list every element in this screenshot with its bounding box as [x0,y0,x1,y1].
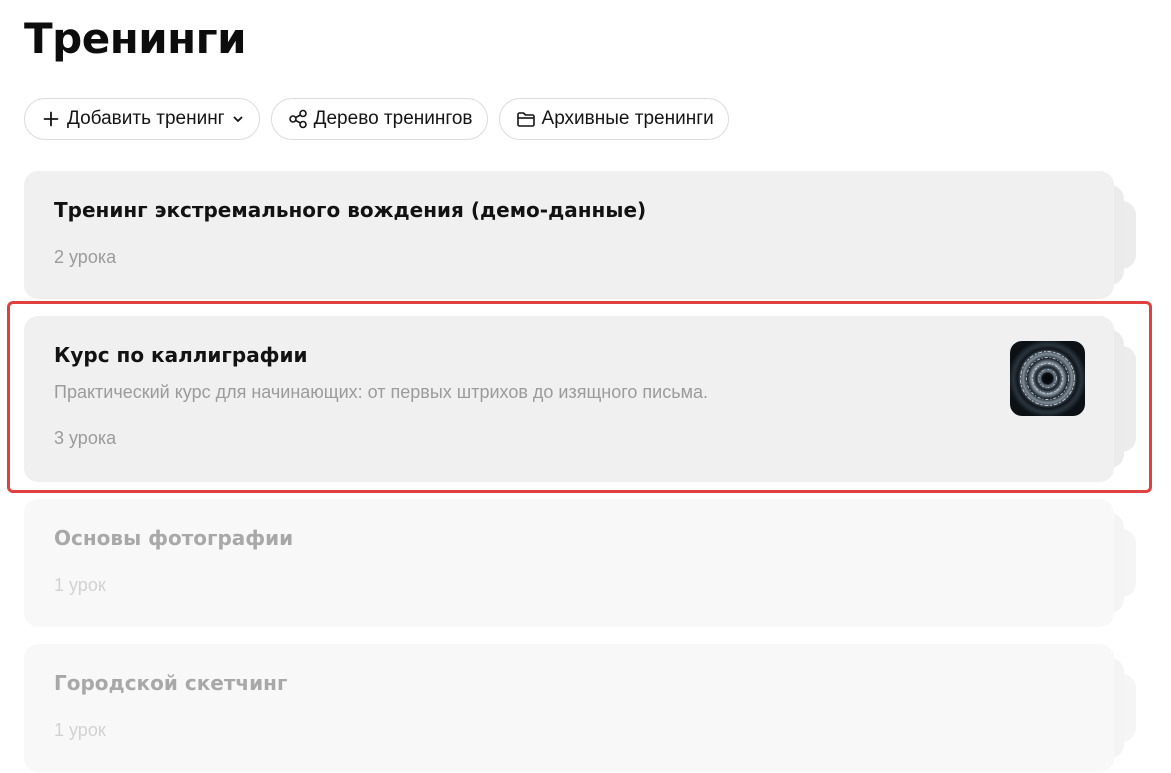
training-card[interactable]: Курс по каллиграфии Практический курс дл… [24,316,1136,482]
lesson-count: 1 урок [54,575,106,595]
toolbar: Добавить тренинг Дерево тренингов Архивн… [24,98,729,140]
trainings-page: Тренинги Добавить тренинг Дерево тренинг… [0,0,1171,773]
training-title: Городской скетчинг [54,671,288,695]
archived-trainings-label: Архивные тренинги [541,108,714,129]
page-title: Тренинги [24,14,247,63]
training-description: Практический курс для начинающих: от пер… [54,382,708,402]
lesson-count: 2 урока [54,247,117,267]
training-title: Тренинг экстремального вождения (демо-да… [54,198,647,222]
folder-icon [516,109,536,129]
training-cover-image [1010,341,1085,416]
training-tree-label: Дерево тренингов [313,108,473,129]
training-card-body[interactable]: Курс по каллиграфии Практический курс дл… [24,316,1114,482]
share-nodes-icon [288,109,308,129]
training-card[interactable]: Городской скетчинг 1 урок [24,644,1136,772]
training-card-body[interactable]: Основы фотографии 1 урок [24,499,1114,627]
lesson-count: 3 урока [54,428,117,448]
add-training-button[interactable]: Добавить тренинг [24,98,260,140]
training-title: Курс по каллиграфии [54,343,308,367]
training-card-body[interactable]: Городской скетчинг 1 урок [24,644,1114,772]
training-tree-button[interactable]: Дерево тренингов [270,98,488,140]
archived-trainings-button[interactable]: Архивные тренинги [498,98,729,140]
plus-icon [41,109,61,129]
training-card-body[interactable]: Тренинг экстремального вождения (демо-да… [24,171,1114,299]
lesson-count: 1 урок [54,720,106,740]
training-title: Основы фотографии [54,526,294,550]
chevron-down-icon [231,112,245,126]
training-card[interactable]: Тренинг экстремального вождения (демо-да… [24,171,1136,299]
training-card[interactable]: Основы фотографии 1 урок [24,499,1136,627]
add-training-label: Добавить тренинг [67,108,225,129]
